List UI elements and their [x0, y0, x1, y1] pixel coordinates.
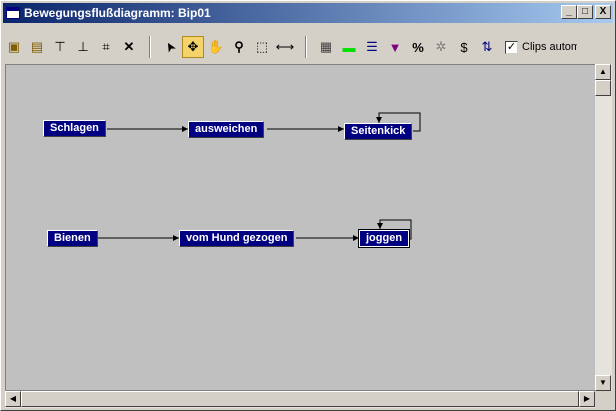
- pan-hand-icon: ✋: [207, 39, 225, 54]
- scroll-left-button[interactable]: ◀: [5, 391, 21, 407]
- list-icon: ☰: [366, 39, 378, 54]
- green-clip-icon: ▬: [342, 39, 356, 55]
- list-button[interactable]: ☰: [361, 36, 383, 58]
- horizontal-scroll-thumb[interactable]: [21, 391, 579, 407]
- dollar-icon: $: [460, 39, 468, 55]
- node-vom-hund-gezogen[interactable]: vom Hund gezogen: [179, 230, 295, 247]
- random-icon: ⇅: [481, 39, 493, 54]
- maximize-button[interactable]: □: [577, 5, 593, 19]
- diagram-canvas[interactable]: Schlagen ausweichen Seitenkick Bienen vo…: [5, 64, 595, 391]
- scroll-down-button[interactable]: ▼: [595, 375, 611, 391]
- purple-select-icon: ▼: [388, 39, 402, 55]
- insert-clip-icon: ⊥: [77, 39, 89, 54]
- settings-button[interactable]: ✲: [430, 36, 452, 58]
- node-seitenkick[interactable]: Seitenkick: [344, 123, 413, 140]
- delete-button[interactable]: ✕: [118, 36, 140, 58]
- scroll-up-button[interactable]: ▲: [595, 64, 611, 80]
- random-button[interactable]: ⇅: [476, 36, 498, 58]
- zoom-button[interactable]: ⚲: [228, 36, 250, 58]
- motion-flow-window: Bewegungsflußdiagramm: Bip01 _ □ X ▣ ▤ ⊤…: [0, 0, 616, 411]
- node-joggen[interactable]: joggen: [357, 229, 411, 248]
- close-button[interactable]: X: [595, 5, 611, 19]
- percent-button[interactable]: %: [407, 36, 429, 58]
- select-arrow-icon: ➤: [160, 38, 179, 56]
- save-icon: ▦: [319, 39, 333, 54]
- vertical-scroll-thumb[interactable]: [595, 80, 611, 96]
- move-icon: ✥: [187, 39, 199, 54]
- horizontal-scrollbar[interactable]: ◀ ▶: [5, 391, 595, 408]
- dollar-button[interactable]: $: [453, 36, 475, 58]
- vertical-scrollbar[interactable]: ▲ ▼: [595, 64, 612, 391]
- save-button[interactable]: ▦: [315, 36, 337, 58]
- clips-auto-option[interactable]: ✓ Clips autom. b: [505, 40, 577, 54]
- node-bienen[interactable]: Bienen: [47, 230, 98, 247]
- insert-transition-icon: ⊤: [54, 39, 66, 54]
- zoom-extents-icon: ⟷: [275, 39, 295, 54]
- window-title: Bewegungsflußdiagramm: Bip01: [24, 6, 211, 20]
- new-layer-icon: ▣: [7, 39, 21, 54]
- zoom-icon: ⚲: [234, 39, 244, 54]
- open-file-icon: ▤: [30, 39, 44, 54]
- percent-icon: %: [412, 39, 424, 55]
- insert-transition-button[interactable]: ⊤: [49, 36, 71, 58]
- minimize-button[interactable]: _: [561, 5, 577, 19]
- zoom-region-button[interactable]: ⬚: [251, 36, 273, 58]
- new-layer-button[interactable]: ▣: [3, 36, 25, 58]
- title-bar[interactable]: Bewegungsflußdiagramm: Bip01 _ □ X: [3, 3, 613, 23]
- open-file-button[interactable]: ▤: [26, 36, 48, 58]
- link-button[interactable]: ⌗: [95, 36, 117, 58]
- pan-button[interactable]: ✋: [205, 36, 227, 58]
- link-icon: ⌗: [102, 39, 110, 54]
- purple-select-button[interactable]: ▼: [384, 36, 406, 58]
- node-schlagen[interactable]: Schlagen: [43, 120, 106, 137]
- window-controls: _ □ X: [561, 5, 611, 19]
- clips-checkbox-label: Clips autom. b: [522, 41, 577, 53]
- green-clip-button[interactable]: ▬: [338, 36, 360, 58]
- node-ausweichen[interactable]: ausweichen: [188, 121, 265, 138]
- zoom-region-icon: ⬚: [255, 39, 269, 54]
- select-button[interactable]: ➤: [159, 36, 181, 58]
- toolbar: ▣ ▤ ⊤ ⊥ ⌗ ✕ ➤ ✥ ✋ ⚲ ⬚ ⟷ ▦ ▬ ☰ ▼ % ✲ $ ⇅ …: [3, 32, 615, 62]
- delete-icon: ✕: [123, 39, 135, 54]
- clips-checkbox[interactable]: ✓: [505, 40, 518, 54]
- move-button[interactable]: ✥: [182, 36, 204, 58]
- settings-icon: ✲: [435, 39, 447, 54]
- insert-clip-button[interactable]: ⊥: [72, 36, 94, 58]
- toolbar-separator: [149, 36, 151, 58]
- scrollbar-corner: [595, 391, 612, 408]
- transition-links: [95, 112, 421, 241]
- toolbar-separator: [305, 36, 307, 58]
- window-icon: [6, 7, 20, 19]
- scroll-right-button[interactable]: ▶: [579, 391, 595, 407]
- zoom-extents-button[interactable]: ⟷: [274, 36, 296, 58]
